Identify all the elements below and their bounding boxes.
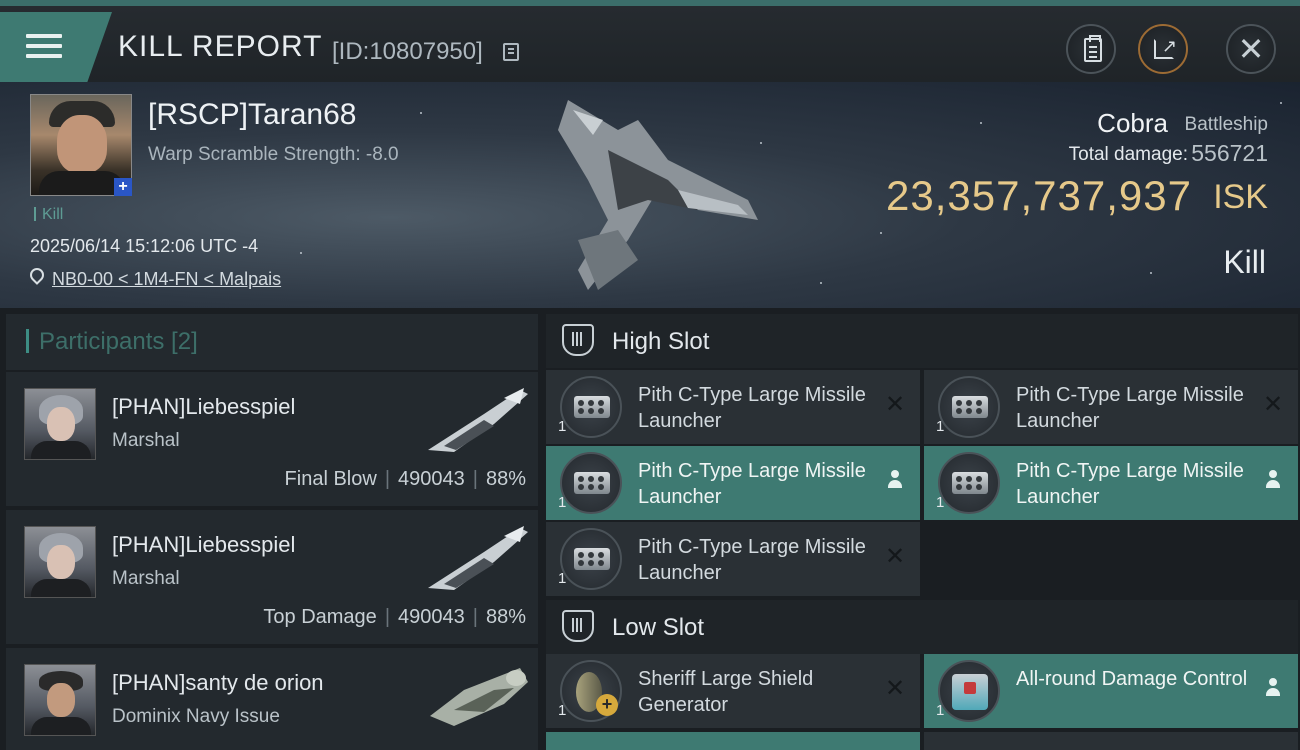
- victim-banner: + [RSCP]Taran68 Warp Scramble Strength: …: [0, 82, 1300, 308]
- clipboard-icon: [1084, 35, 1102, 62]
- high-slot-icon: [562, 324, 594, 356]
- module-quantity: 1: [558, 702, 567, 719]
- clipboard-button[interactable]: [1066, 24, 1116, 74]
- missile-launcher-icon: [560, 376, 622, 438]
- victim-ship-class: Battleship: [1184, 114, 1268, 135]
- module-name: Pith C-Type Large Missile Launcher: [638, 536, 866, 584]
- module-quantity: 1: [558, 494, 567, 511]
- participant-avatar[interactable]: [24, 526, 96, 598]
- module-name: Pith C-Type Large Missile Launcher: [1016, 384, 1244, 432]
- module-item[interactable]: 1 Pith C-Type Large Missile Launcher ✕: [546, 370, 920, 444]
- module-item[interactable]: 1 Pith C-Type Large Missile Launcher ✕: [546, 522, 920, 596]
- total-damage-label: Total damage:: [1068, 144, 1188, 165]
- report-id: [ID:10807950]: [332, 38, 483, 65]
- module-item[interactable]: 1 Pith C-Type Large Missile Launcher: [546, 446, 920, 520]
- participant-ship-image: [428, 388, 528, 452]
- kill-datetime: 2025/06/14 15:12:06 UTC -4: [30, 236, 259, 256]
- destroyed-icon: ✕: [1262, 391, 1284, 418]
- module-item-partial[interactable]: [924, 732, 1298, 750]
- participant-row[interactable]: [PHAN]Liebesspiel Marshal Top Damage | 490…: [6, 510, 538, 644]
- participant-role: Final Blow: [284, 468, 377, 490]
- module-quantity: 1: [936, 702, 945, 719]
- module-name: Pith C-Type Large Missile Launcher: [638, 460, 866, 508]
- participant-percent: 88%: [485, 606, 526, 628]
- menu-tab[interactable]: [0, 12, 112, 82]
- participant-name: [PHAN]Liebesspiel: [112, 532, 296, 557]
- top-bar: KILL REPORT [ID:10807950] ↗ ✕: [0, 0, 1300, 82]
- share-button[interactable]: ↗: [1138, 24, 1188, 74]
- participants-panel: Participants [2] [PHAN]Liebesspiel Marsh…: [6, 314, 538, 750]
- participant-row[interactable]: [PHAN]Liebesspiel Marshal Final Blow | 490…: [6, 372, 538, 506]
- hamburger-menu-icon[interactable]: [26, 32, 62, 60]
- participant-name: [PHAN]santy de orion: [112, 670, 324, 695]
- participant-stats: Top Damage | 490043 | 88%: [263, 606, 526, 628]
- participant-name: [PHAN]Liebesspiel: [112, 394, 296, 419]
- fitting-panel: High Slot 1 Pith C-Type Large Missile La…: [546, 314, 1300, 750]
- module-quantity: 1: [558, 418, 567, 435]
- shield-generator-icon: +: [560, 660, 622, 722]
- module-name: Pith C-Type Large Missile Launcher: [638, 384, 866, 432]
- victim-ship-name[interactable]: Cobra: [1097, 108, 1168, 139]
- kill-result: Kill: [1223, 244, 1266, 280]
- victim-ship-image: [558, 100, 758, 290]
- low-slot-title: Low Slot: [612, 614, 705, 641]
- module-item[interactable]: 1 All-round Damage Control: [924, 654, 1298, 728]
- destroyed-icon: ✕: [884, 391, 906, 418]
- add-contact-icon[interactable]: +: [114, 178, 132, 196]
- isk-unit: ISK: [1213, 178, 1268, 216]
- participant-ship-image: [428, 526, 528, 590]
- copy-icon[interactable]: [503, 43, 519, 61]
- location-link[interactable]: NB0-00 < 1M4-FN < Malpais: [52, 269, 281, 290]
- person-icon: [1260, 468, 1286, 494]
- low-slot-header: Low Slot: [546, 600, 1298, 654]
- missile-launcher-icon: [938, 376, 1000, 438]
- missile-launcher-icon: [560, 452, 622, 514]
- participant-percent: 88%: [485, 468, 526, 490]
- module-item[interactable]: 1 Pith C-Type Large Missile Launcher ✕: [924, 370, 1298, 444]
- participants-title: Participants [2]: [26, 328, 198, 356]
- module-quantity: 1: [936, 494, 945, 511]
- high-slot-title: High Slot: [612, 328, 710, 355]
- module-quantity: 1: [936, 418, 945, 435]
- module-item[interactable]: 1 Pith C-Type Large Missile Launcher: [924, 446, 1298, 520]
- damage-control-icon: [938, 660, 1000, 722]
- warp-scramble-strength: Warp Scramble Strength: -8.0: [148, 144, 399, 165]
- total-damage-value: 556721: [1191, 140, 1268, 166]
- module-item-partial[interactable]: [546, 732, 920, 750]
- participant-stats: Final Blow | 490043 | 88%: [284, 468, 526, 490]
- close-button[interactable]: ✕: [1226, 24, 1276, 74]
- module-quantity: 1: [558, 570, 567, 587]
- person-icon: [882, 468, 908, 494]
- module-name: Pith C-Type Large Missile Launcher: [1016, 460, 1244, 508]
- participant-role: Top Damage: [263, 606, 377, 628]
- participant-damage: 490043: [398, 606, 465, 628]
- module-name: Sheriff Large Shield Generator: [638, 668, 814, 716]
- destroyed-icon: ✕: [884, 543, 906, 570]
- participant-damage: 490043: [398, 468, 465, 490]
- kill-tag: Kill: [34, 206, 63, 224]
- participant-avatar[interactable]: [24, 388, 96, 460]
- participants-header: Participants [2]: [6, 314, 538, 370]
- victim-name[interactable]: [RSCP]Taran68: [148, 98, 356, 132]
- person-icon: [1260, 676, 1286, 702]
- close-icon: ✕: [1237, 31, 1265, 67]
- module-item[interactable]: + 1 Sheriff Large Shield Generator ✕: [546, 654, 920, 728]
- participant-ship: Marshal: [112, 430, 180, 451]
- module-name: All-round Damage Control: [1016, 668, 1248, 690]
- destroyed-icon: ✕: [884, 675, 906, 702]
- participant-avatar[interactable]: [24, 664, 96, 736]
- location-pin-icon: [27, 265, 47, 285]
- missile-launcher-icon: [938, 452, 1000, 514]
- low-slot-icon: [562, 610, 594, 642]
- participant-ship: Marshal: [112, 568, 180, 589]
- high-slot-header: High Slot: [546, 314, 1298, 368]
- participant-row[interactable]: i [PHAN]santy de orion Dominix Navy Issu…: [6, 648, 538, 750]
- missile-launcher-icon: [560, 528, 622, 590]
- participant-ship-image: [430, 668, 528, 726]
- isk-value: 23,357,737,937: [886, 172, 1192, 219]
- page-title: KILL REPORT: [118, 30, 323, 63]
- participant-ship: Dominix Navy Issue: [112, 706, 280, 727]
